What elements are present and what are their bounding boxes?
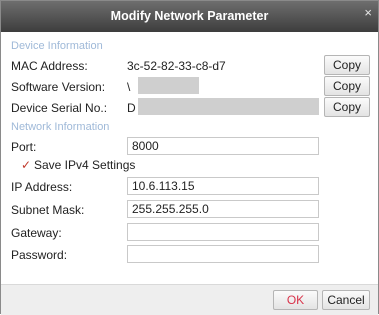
section-device-information: Device Information <box>11 40 103 52</box>
section-network-information: Network Information <box>11 121 110 133</box>
mac-address-value: 3c-52-82-33-c8-d7 <box>127 59 226 73</box>
dialog-footer: OK Cancel <box>1 284 378 315</box>
gateway-label: Gateway: <box>11 226 62 240</box>
device-serial-value: D <box>127 101 136 115</box>
save-ipv4-label[interactable]: Save IPv4 Settings <box>34 158 135 172</box>
gateway-input[interactable] <box>127 223 319 241</box>
port-input[interactable] <box>127 137 319 155</box>
close-icon[interactable]: × <box>364 6 372 20</box>
software-version-redaction <box>138 77 199 94</box>
subnet-mask-label: Subnet Mask: <box>11 203 85 217</box>
ip-address-label: IP Address: <box>11 180 73 194</box>
subnet-mask-input[interactable] <box>127 200 319 218</box>
modify-network-dialog: Modify Network Parameter × Device Inform… <box>0 0 379 315</box>
mac-address-label: MAC Address: <box>11 59 88 73</box>
title-bar[interactable]: Modify Network Parameter × <box>1 1 378 32</box>
device-serial-label: Device Serial No.: <box>11 101 108 115</box>
software-version-value: \ <box>127 80 131 94</box>
ip-address-input[interactable] <box>127 177 319 195</box>
software-version-label: Software Version: <box>11 80 106 94</box>
dialog-title: Modify Network Parameter <box>110 9 269 23</box>
checkmark-icon[interactable]: ✓ <box>21 158 31 172</box>
cancel-button[interactable]: Cancel <box>322 290 370 310</box>
copy-serial-button[interactable]: Copy <box>324 97 370 117</box>
password-input[interactable] <box>127 245 319 263</box>
port-label: Port: <box>11 140 37 154</box>
ok-button[interactable]: OK <box>273 290 318 310</box>
copy-mac-button[interactable]: Copy <box>324 55 370 75</box>
copy-software-button[interactable]: Copy <box>324 76 370 96</box>
password-label: Password: <box>11 248 68 262</box>
dialog-content: Device Information MAC Address: 3c-52-82… <box>1 32 378 284</box>
device-serial-redaction <box>138 98 319 115</box>
